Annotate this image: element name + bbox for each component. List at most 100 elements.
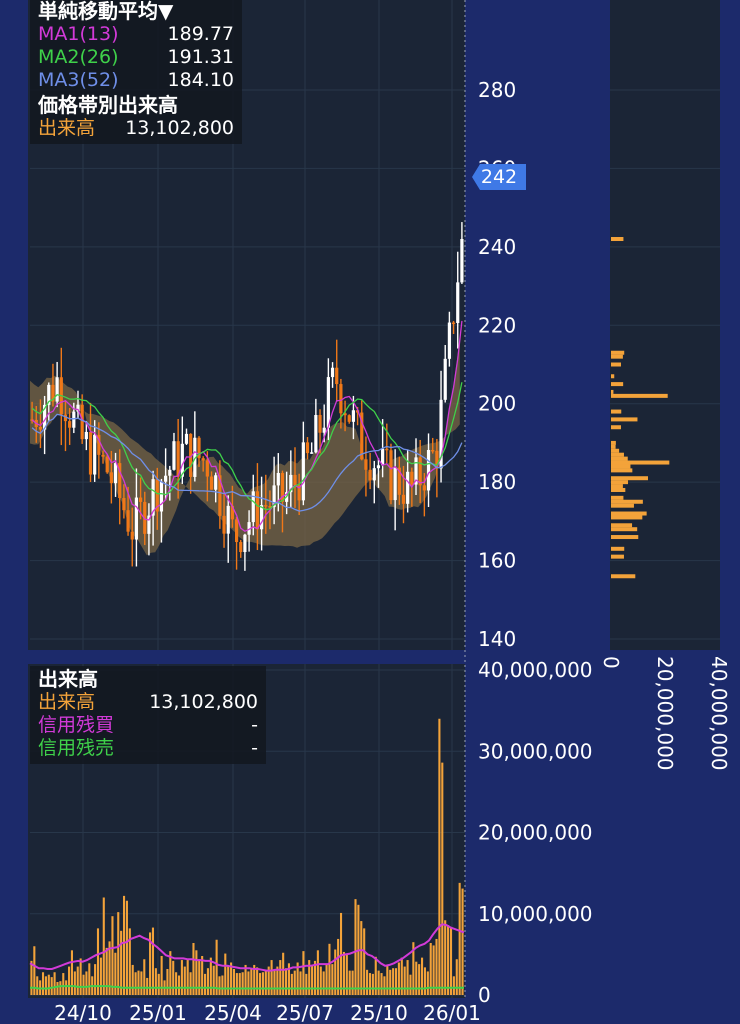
vbp-bar [611,354,623,359]
date-tick-label: 25/01 [129,1001,187,1024]
volume-bar [198,959,201,995]
volume-bar [117,912,120,995]
volume-bar [134,972,137,995]
ma1-row: MA1(13) 189.77 [38,23,234,46]
vbp-bar [611,440,616,445]
vbp-row: 出来高 13,102,800 [38,117,234,140]
volume-bar [328,943,331,995]
volume-bar [177,975,181,995]
volume-bar [56,982,59,995]
volume-tick-label: 40,000,000 [478,658,593,682]
volume-bar [339,912,343,995]
volume-bar [36,976,39,995]
vbp-bar [611,527,638,532]
candle-body [318,414,322,433]
candle-body [347,415,351,422]
volume-bar [166,969,169,995]
candle-body [84,431,88,440]
volume-label: 出来高 [38,691,96,713]
volume-bar [406,960,409,995]
candle-body [351,410,356,422]
candle-body [264,505,268,507]
ma1-label: MA1(13) [38,23,119,45]
candle-body [130,531,134,540]
volume-bar [325,964,328,995]
candle-body [105,456,109,473]
ma-legend-title[interactable]: 単純移動平均▼ [38,0,234,23]
volume-bar [82,974,85,995]
candle-body [226,505,230,534]
candle-body [293,474,297,486]
vbp-bar [611,535,639,540]
volume-bar [94,964,97,995]
volume-bar [435,938,438,995]
volume-bar [111,916,114,995]
candle-body [168,469,172,476]
volume-bar [392,968,395,995]
volume-bar [209,957,212,995]
volume-bar [331,964,334,995]
volume-bar [160,956,163,995]
date-tick-label: 25/10 [350,1001,408,1024]
volume-bar [189,972,192,995]
volume-bar [276,966,279,995]
volume-bar [389,969,392,995]
volume-bar [305,973,308,995]
volume-bar [146,977,149,995]
volume-bar [76,966,79,995]
volume-bar [41,972,45,995]
current-price-tag: 242 [472,164,526,190]
candle-body [214,475,218,490]
vbp-bar [611,480,629,485]
price-tick-label: 160 [478,549,516,573]
volume-bar [206,968,209,995]
vbp-bar [611,382,624,387]
margin-buy-row: 信用残買 - [38,714,258,737]
volume-bar [438,718,441,995]
volume-bar [88,963,91,995]
candle-body [55,377,59,402]
volume-bar [377,970,380,995]
ma2-value: 191.31 [167,46,234,68]
ma3-label: MA3(52) [38,69,119,91]
volume-bar [122,895,126,995]
candle-body [372,468,376,481]
candle-body [305,442,310,454]
candle-body [422,485,426,491]
margin-sell-value: - [251,737,258,759]
vbp-tick-label: 40,000,000 [707,656,731,771]
candle-body [335,367,339,385]
vbp-bar [611,237,624,242]
candle-body [88,431,93,475]
volume-bar [47,974,50,995]
vbp-bar [611,511,647,516]
volume-bar [258,973,262,995]
volume-bar [201,956,204,995]
volume-tick-label: 20,000,000 [478,821,593,845]
ma-legend[interactable]: 単純移動平均▼ MA1(13) 189.77 MA2(26) 191.31 MA… [30,0,242,144]
price-tick-label: 200 [478,392,516,416]
candle-body [389,450,393,501]
volume-bar [441,762,444,995]
volume-bar [125,900,128,995]
candle-body [410,471,414,485]
volume-bar [261,972,264,995]
vbp-bar [611,476,648,481]
volume-bar [290,973,293,995]
candle-body [122,498,126,511]
volume-bar [426,971,429,995]
volume-bar [279,960,282,995]
volume-bar [397,962,400,995]
candle-body [276,472,280,486]
volume-bar [351,970,354,995]
volume-bar [114,952,117,995]
volume-bar [238,973,241,995]
candle-body [330,367,335,378]
margin-buy-label: 信用残買 [38,714,115,736]
volume-bar [99,957,102,995]
vbp-bar [611,468,633,473]
vbp-bar [611,495,624,500]
volume-bar [68,966,71,995]
volume-bar [366,969,369,995]
candle-body [38,426,43,430]
